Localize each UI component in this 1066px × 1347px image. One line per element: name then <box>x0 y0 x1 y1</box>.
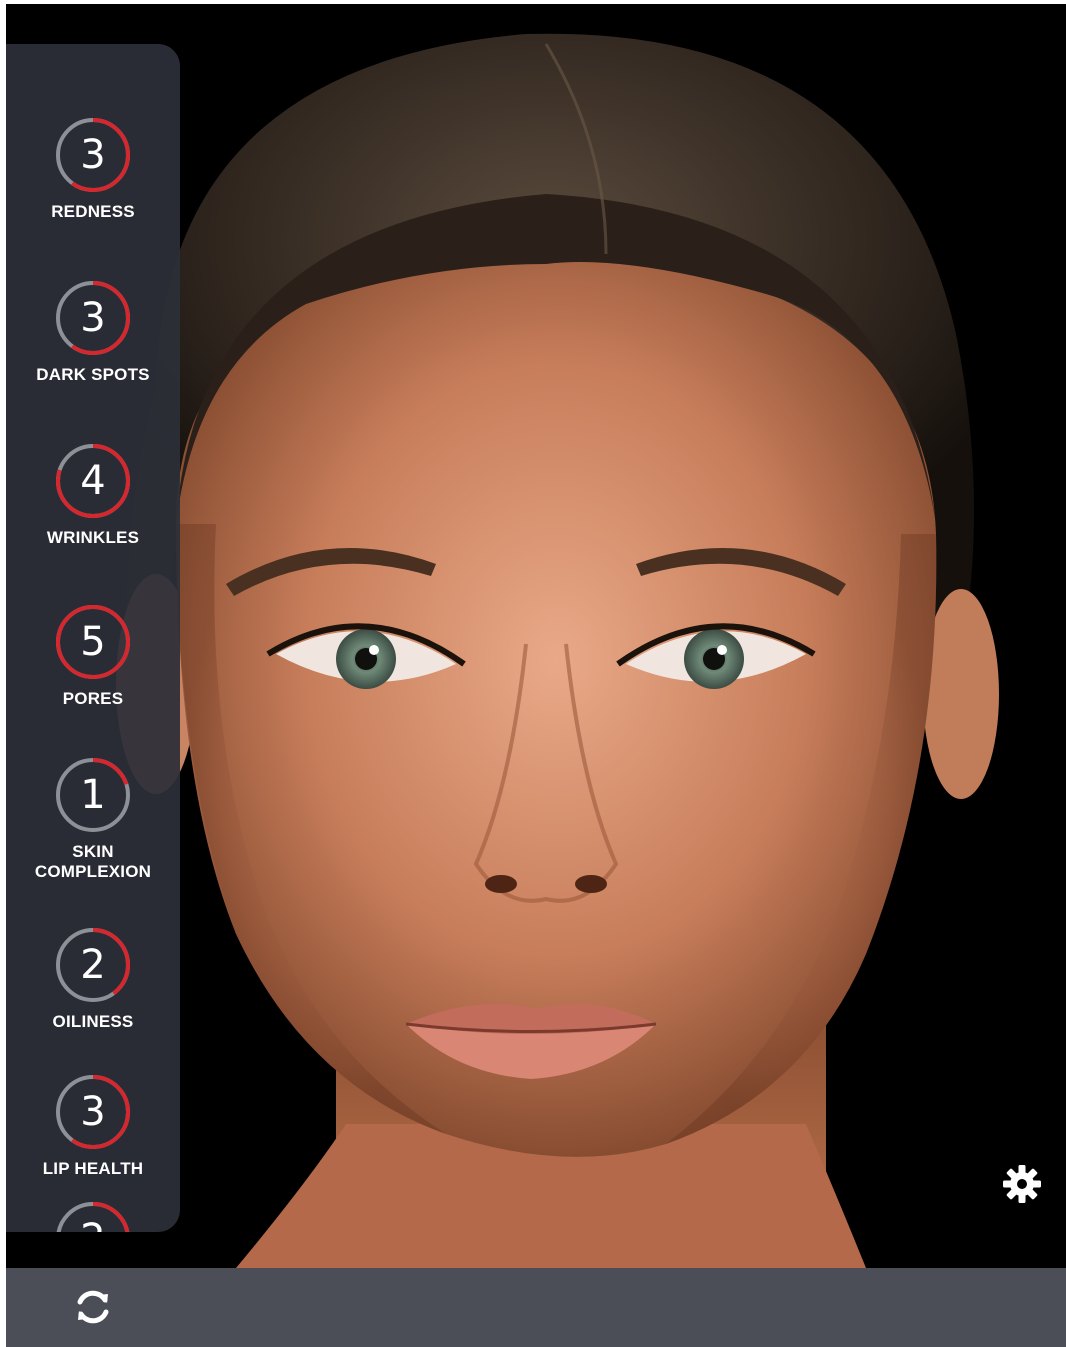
score-value: 2 <box>80 942 106 988</box>
score-ring: 3 <box>54 1073 132 1151</box>
score-ring: 2 <box>54 926 132 1004</box>
metric-label: DARK SPOTS <box>36 365 150 384</box>
refresh-button[interactable] <box>68 1282 118 1332</box>
score-value: 2 <box>54 1200 132 1232</box>
metric-dark-spots[interactable]: 3 DARK SPOTS <box>6 279 180 385</box>
metric-label: PORES <box>62 689 124 708</box>
metric-redness[interactable]: 3 REDNESS <box>6 116 180 222</box>
score-ring: 3 <box>54 116 132 194</box>
metric-lip-health[interactable]: 3 LIP HEALTH <box>6 1073 180 1179</box>
skin-metrics-panel: 3 REDNESS 3 DARK SPOTS 4 WRINKLES 5 PORE… <box>6 44 180 1232</box>
metric-partial[interactable]: 2 <box>6 1200 180 1232</box>
score-ring: 4 <box>54 442 132 520</box>
score-value: 1 <box>80 772 106 818</box>
metric-label: OILINESS <box>52 1012 134 1031</box>
score-value: 3 <box>80 1089 106 1135</box>
refresh-icon <box>77 1290 109 1324</box>
metric-label: LIP HEALTH <box>42 1159 144 1178</box>
metric-oiliness[interactable]: 2 OILINESS <box>6 926 180 1032</box>
metric-skin-complexion[interactable]: 1 SKIN COMPLEXION <box>6 756 180 882</box>
score-ring: 3 <box>54 279 132 357</box>
gear-icon <box>1003 1165 1041 1203</box>
settings-button[interactable] <box>1000 1162 1044 1206</box>
metric-label: SKIN COMPLEXION <box>34 842 152 881</box>
score-ring: 1 <box>54 756 132 834</box>
metric-label: REDNESS <box>51 202 135 221</box>
score-value: 3 <box>80 295 106 341</box>
score-ring: 5 <box>54 603 132 681</box>
bottom-toolbar <box>6 1268 1066 1347</box>
skin-analysis-screen: 3 REDNESS 3 DARK SPOTS 4 WRINKLES 5 PORE… <box>6 4 1066 1347</box>
score-ring: 2 <box>54 1200 132 1232</box>
metric-label: WRINKLES <box>46 528 140 547</box>
metric-wrinkles[interactable]: 4 WRINKLES <box>6 442 180 548</box>
score-value: 3 <box>80 132 106 178</box>
metric-pores[interactable]: 5 PORES <box>6 603 180 709</box>
score-value: 4 <box>80 458 106 504</box>
score-value: 5 <box>80 619 106 665</box>
